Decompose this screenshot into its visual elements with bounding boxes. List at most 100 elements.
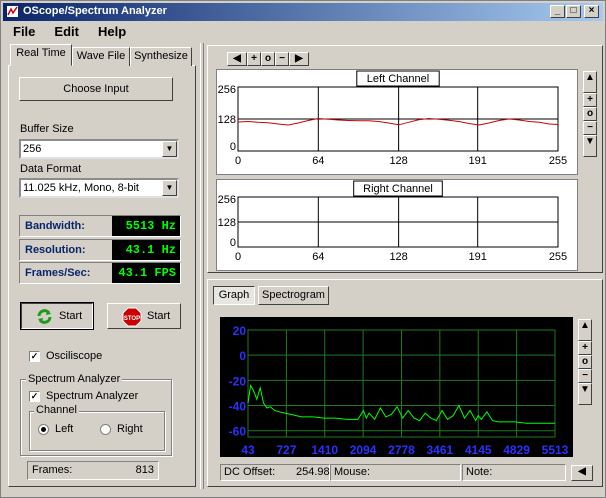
right-channel-ytick-label: 256 xyxy=(218,194,236,206)
channel-group xyxy=(29,411,165,451)
down-arrow-icon[interactable]: ▼ xyxy=(583,135,597,157)
circle-icon[interactable]: o xyxy=(583,107,597,121)
bandwidth-value: 5513 Hz xyxy=(112,216,180,236)
tab-wave-file[interactable]: Wave File xyxy=(72,47,130,66)
tab-real-time[interactable]: Real Time xyxy=(10,44,72,66)
app-window: OScope/Spectrum Analyzer _ □ × File Edit H… xyxy=(0,0,606,498)
spectrum-ytick-label: -40 xyxy=(229,400,247,414)
frames-per-sec-value: 43.1 FPS xyxy=(112,263,180,283)
start-button[interactable]: Start xyxy=(20,302,94,330)
window-title: OScope/Spectrum Analyzer xyxy=(23,5,167,17)
menu-file[interactable]: File xyxy=(3,23,44,39)
frames-label: Frames: xyxy=(32,464,73,476)
tab-graph[interactable]: Graph xyxy=(213,286,255,305)
frames-value: 813 xyxy=(135,464,154,476)
spectrum-xtick-label: 5513 xyxy=(542,443,569,457)
spectrum-ytick-label: -60 xyxy=(229,425,247,439)
menu-help[interactable]: Help xyxy=(88,23,135,39)
channel-left-radio[interactable] xyxy=(38,424,49,435)
plus-icon[interactable]: + xyxy=(583,93,597,107)
spectrum-xtick-label: 727 xyxy=(276,443,296,457)
spectrum-analyzer-label: Spectrum Analyzer xyxy=(46,390,139,402)
data-format-label: Data Format xyxy=(20,163,82,175)
right-channel-xtick-label: 255 xyxy=(549,251,567,263)
mouse-cell: Mouse: xyxy=(330,464,461,481)
dc-offset-value: 254.98 xyxy=(296,466,330,478)
circle-icon[interactable]: o xyxy=(261,52,275,66)
expand-right-icon[interactable]: ▶ xyxy=(289,52,309,66)
minus-icon[interactable]: − xyxy=(275,52,289,66)
frames-per-sec-metric: Frames/Sec: 43.1 FPS xyxy=(19,262,181,284)
left-channel-xtick-label: 191 xyxy=(469,155,487,167)
vertical-splitter[interactable] xyxy=(200,43,204,489)
right-channel-xtick-label: 128 xyxy=(389,251,407,263)
note-label: Note: xyxy=(466,466,493,478)
data-format-select[interactable]: 11.025 kHz, Mono, 8-bit ▼ xyxy=(19,178,179,198)
stop-start-button-label: Start xyxy=(147,310,171,322)
left-channel-ytick-label: 128 xyxy=(218,114,236,126)
buffer-size-label: Buffer Size xyxy=(20,123,74,135)
collapse-left-icon[interactable]: ◀ xyxy=(571,465,593,481)
menu-bar: File Edit Help xyxy=(3,23,135,41)
plus-icon[interactable]: + xyxy=(247,52,261,66)
down-arrow-icon[interactable]: ▼ xyxy=(578,383,592,405)
up-arrow-icon[interactable]: ▲ xyxy=(583,71,597,93)
minus-icon[interactable]: − xyxy=(583,121,597,135)
spectrum-ytick-label: -20 xyxy=(229,374,247,388)
left-channel-xtick-label: 128 xyxy=(389,155,407,167)
bandwidth-metric: Bandwidth: 5513 Hz xyxy=(19,215,181,237)
right-channel-xtick-label: 191 xyxy=(469,251,487,263)
channel-right-radio[interactable] xyxy=(100,424,111,435)
choose-input-button[interactable]: Choose Input xyxy=(19,77,173,101)
spectrum-ytick-label: 0 xyxy=(239,349,246,363)
right-channel-chart: Right Channel 256 128 0 0 64 128 191 255 xyxy=(218,180,567,263)
up-arrow-icon[interactable]: ▲ xyxy=(578,319,592,341)
spectrum-ytick-label: 20 xyxy=(233,324,247,338)
oscilloscope-checkbox[interactable]: ✓ xyxy=(29,351,40,362)
chevron-down-icon[interactable]: ▼ xyxy=(162,141,177,157)
left-channel-ytick-label: 0 xyxy=(230,141,236,153)
stop-sign-text: STOP xyxy=(124,316,140,322)
buffer-size-select[interactable]: 256 ▼ xyxy=(19,139,179,159)
dc-offset-cell: DC Offset: 254.98 xyxy=(220,464,330,481)
tab-spectrogram[interactable]: Spectrogram xyxy=(258,286,329,305)
channel-left-label: Left xyxy=(55,423,74,435)
spectrum-xtick-label: 4145 xyxy=(465,443,492,457)
minimize-button[interactable]: _ xyxy=(550,5,565,18)
left-channel-ytick-label: 256 xyxy=(218,84,236,96)
refresh-icon xyxy=(37,309,52,324)
chevron-down-icon[interactable]: ▼ xyxy=(162,180,177,196)
data-format-value: 11.025 kHz, Mono, 8-bit xyxy=(23,182,139,194)
spectrum-xtick-label: 3461 xyxy=(426,443,453,457)
channel-group-title: Channel xyxy=(34,404,79,416)
spectrum-xtick-label: 43 xyxy=(241,443,255,457)
left-channel-chart: Left Channel 256 128 0 0 64 128 191 255 xyxy=(218,70,567,167)
stop-start-button[interactable]: STOP Start xyxy=(107,303,181,329)
right-channel-ytick-label: 0 xyxy=(230,237,236,249)
spectrum-xtick-label: 4829 xyxy=(503,443,530,457)
app-icon xyxy=(7,6,18,17)
spectrum-xtick-label: 1410 xyxy=(311,443,338,457)
resolution-label: Resolution: xyxy=(25,244,86,256)
minus-icon[interactable]: − xyxy=(578,369,592,383)
right-channel-ytick-label: 128 xyxy=(218,217,236,229)
note-cell: Note: xyxy=(462,464,566,481)
left-channel-xtick-label: 0 xyxy=(235,155,241,167)
shrink-left-icon[interactable]: ◀ xyxy=(227,52,247,66)
right-channel-xtick-label: 64 xyxy=(312,251,324,263)
close-button[interactable]: × xyxy=(584,5,599,18)
left-channel-title: Left Channel xyxy=(367,73,429,85)
frames-per-sec-label: Frames/Sec: xyxy=(25,267,91,279)
circle-icon[interactable]: o xyxy=(578,355,592,369)
spectrum-xtick-label: 2094 xyxy=(350,443,377,457)
buffer-size-value: 256 xyxy=(23,143,42,155)
menu-edit[interactable]: Edit xyxy=(44,23,88,39)
maximize-button[interactable]: □ xyxy=(566,5,581,18)
plus-icon[interactable]: + xyxy=(578,341,592,355)
tab-synthesize[interactable]: Synthesize xyxy=(130,47,192,66)
right-channel-xtick-label: 0 xyxy=(235,251,241,263)
channel-right-label: Right xyxy=(117,423,143,435)
stop-sign-icon: STOP xyxy=(122,307,142,327)
spectrum-analyzer-checkbox[interactable]: ✓ xyxy=(29,391,40,402)
resolution-value: 43.1 Hz xyxy=(112,240,180,260)
